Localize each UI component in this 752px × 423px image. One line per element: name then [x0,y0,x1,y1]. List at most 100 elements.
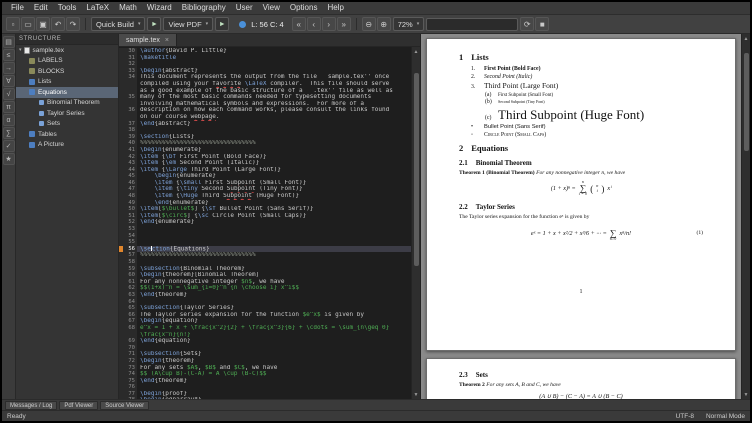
code-line-56[interactable]: 56\section{Equations} [119,246,411,253]
scroll-down-icon[interactable]: ▼ [412,390,420,399]
code-line-54[interactable]: 54 [119,233,411,240]
pdf-scroll-thumb[interactable] [744,53,749,150]
code-line-52[interactable]: 52\end{enumerate} [119,219,411,226]
symbol-panel-icon-4[interactable]: √ [3,88,15,100]
zoom-in-icon[interactable]: ⊕ [377,17,391,31]
structure-item-a-picture[interactable]: A Picture [16,140,118,151]
code-line-61[interactable]: 61For any nonnegative integer $n$, we ha… [119,279,411,286]
code-line-66[interactable]: 66The Taylor series expansion for the fu… [119,312,411,319]
code-line-47[interactable]: 47 \item {\tiny Second Subpoint (Tiny Fo… [119,186,411,193]
code-line-42[interactable]: 42\item {\bf First Point (Bold Face)} [119,154,411,161]
code-line-51[interactable]: 51\item[$\circ$] {\sc Circle Point (Smal… [119,213,411,220]
code-line-59[interactable]: 59\subsection{Binomial Theorem} [119,266,411,273]
code-line-30[interactable]: 30\author{David P. Little} [119,48,411,55]
code-line-39[interactable]: 39\section{Lists} [119,134,411,141]
new-file-icon[interactable]: ▫ [6,17,20,31]
toolbar-search-input[interactable] [426,18,518,31]
zoom-select[interactable]: 72% ▾ [393,17,425,31]
code-line-33[interactable]: 33\begin{abstract} [119,68,411,75]
code-line-48[interactable]: 48 \item {\Huge Third Subpoint (Huge Fon… [119,193,411,200]
refresh-icon[interactable]: ⟳ [520,17,534,31]
code-line-58[interactable]: 58 [119,259,411,266]
menu-latex[interactable]: LaTeX [81,2,114,14]
code-line-70[interactable]: 70 [119,345,411,352]
code-line-wrap[interactable]: \frac{x^n}{n!} [119,332,411,339]
pdf-scroll-track[interactable] [742,43,750,390]
scroll-up-icon[interactable]: ▲ [742,34,750,43]
code-line-34[interactable]: 34This document represents the output fr… [119,74,411,81]
code-line-50[interactable]: 50\item[$\bullet$] {\sf Bullet Point (Sa… [119,206,411,213]
symbol-panel-icon-2[interactable]: → [3,62,15,74]
code-line-44[interactable]: 44\item {\Large Third Point (Large Font)… [119,167,411,174]
stop-icon[interactable]: ■ [535,17,549,31]
first-page-icon[interactable]: « [292,17,306,31]
code-line-73[interactable]: 73For any sets $A$, $B$ and $C$, we have [119,365,411,372]
scroll-down-icon[interactable]: ▼ [742,390,750,399]
code-line-45[interactable]: 45 \begin{enumerate} [119,173,411,180]
next-page-icon[interactable]: › [322,17,336,31]
editor-scrollbar[interactable]: ▲ ▼ [411,47,420,399]
symbol-panel-icon-5[interactable]: π [3,101,15,113]
code-line-75[interactable]: 75\end{theorem} [119,378,411,385]
code-line-64[interactable]: 64 [119,299,411,306]
menu-wizard[interactable]: Wizard [142,2,177,14]
symbol-panel-icon-3[interactable]: ∀ [3,75,15,87]
menu-file[interactable]: File [6,2,29,14]
expander-icon[interactable]: ▾ [19,47,22,53]
code-line-41[interactable]: 41\begin{enumerate} [119,147,411,154]
code-line-wrap[interactable]: as a good example of the basic structure… [119,88,411,95]
code-line-53[interactable]: 53 [119,226,411,233]
code-line-32[interactable]: 32 [119,61,411,68]
open-file-icon[interactable]: ▭ [21,17,35,31]
menu-user[interactable]: User [231,2,258,14]
menu-help[interactable]: Help [322,2,348,14]
run-quick-build-button[interactable]: ► [147,17,161,31]
code-line-69[interactable]: 69\end{equation} [119,338,411,345]
code-line-72[interactable]: 72\begin{theorem} [119,358,411,365]
code-line-63[interactable]: 63\end{theorem} [119,292,411,299]
structure-item-sets[interactable]: Sets [16,119,118,130]
editor-scroll-thumb[interactable] [414,73,419,267]
bottom-tab-pdf-viewer[interactable]: Pdf Viewer [59,401,98,410]
code-area[interactable]: 30\author{David P. Little}31\maketitle32… [119,47,411,399]
redo-icon[interactable]: ↷ [66,17,80,31]
code-line-76[interactable]: 76 [119,384,411,391]
save-file-icon[interactable]: ▣ [36,17,50,31]
symbol-panel-icon-1[interactable]: ≤ [3,49,15,61]
symbol-panel-icon-9[interactable]: ★ [3,153,15,165]
editor-scroll-track[interactable] [412,56,420,390]
code-line-35[interactable]: 35many of the most basic commands needed… [119,94,411,101]
run-view-pdf-button[interactable]: ► [215,17,229,31]
view-pdf-select[interactable]: View PDF ▾ [163,17,213,31]
menu-tools[interactable]: Tools [53,2,82,14]
code-line-46[interactable]: 46 \item {\small First Subpoint (Small F… [119,180,411,187]
menu-bibliography[interactable]: Bibliography [177,2,231,14]
code-line-68[interactable]: 68e^x = 1 + x + \frac{x^2}{2} + \frac{x^… [119,325,411,332]
zoom-out-icon[interactable]: ⊖ [362,17,376,31]
code-line-40[interactable]: 40%%%%%%%%%%%%%%%%%%%%%%%%%%%%%%%% [119,140,411,147]
code-line-67[interactable]: 67\begin{equation} [119,318,411,325]
code-line-37[interactable]: 37\end{abstract} [119,121,411,128]
code-line-wrap[interactable]: involving mathematical symbols and expre… [119,101,411,108]
scroll-up-icon[interactable]: ▲ [412,47,420,56]
structure-item-binomial-theorem[interactable]: Binomial Theorem [16,98,118,109]
structure-item-blocks[interactable]: BLOCKS [16,66,118,77]
code-line-62[interactable]: 62$$(1+x)^n = \sum_{i=0}^n {n \choose i}… [119,285,411,292]
code-line-77[interactable]: 77\begin{proof} [119,391,411,398]
code-line-49[interactable]: 49 \end{enumerate} [119,200,411,207]
structure-item-equations[interactable]: Equations [16,87,118,98]
symbol-panel-icon-6[interactable]: α [3,114,15,126]
close-tab-icon[interactable]: × [165,37,169,44]
menu-edit[interactable]: Edit [29,2,53,14]
structure-item-taylor-series[interactable]: Taylor Series [16,108,118,119]
bottom-tab-messages-log[interactable]: Messages / Log [5,401,57,410]
code-line-38[interactable]: 38 [119,127,411,134]
menu-options[interactable]: Options [285,2,323,14]
code-line-43[interactable]: 43\item {\em Second Point (Italic)} [119,160,411,167]
prev-page-icon[interactable]: ‹ [307,17,321,31]
code-line-wrap[interactable]: on our course webpage. [119,114,411,121]
symbol-panel-icon-7[interactable]: ∑ [3,127,15,139]
code-line-60[interactable]: 60\begin{theorem}[Binomial Theorem] [119,272,411,279]
quick-build-select[interactable]: Quick Build ▾ [91,17,145,31]
structure-item-sample-tex[interactable]: ▾sample.tex [16,45,118,56]
